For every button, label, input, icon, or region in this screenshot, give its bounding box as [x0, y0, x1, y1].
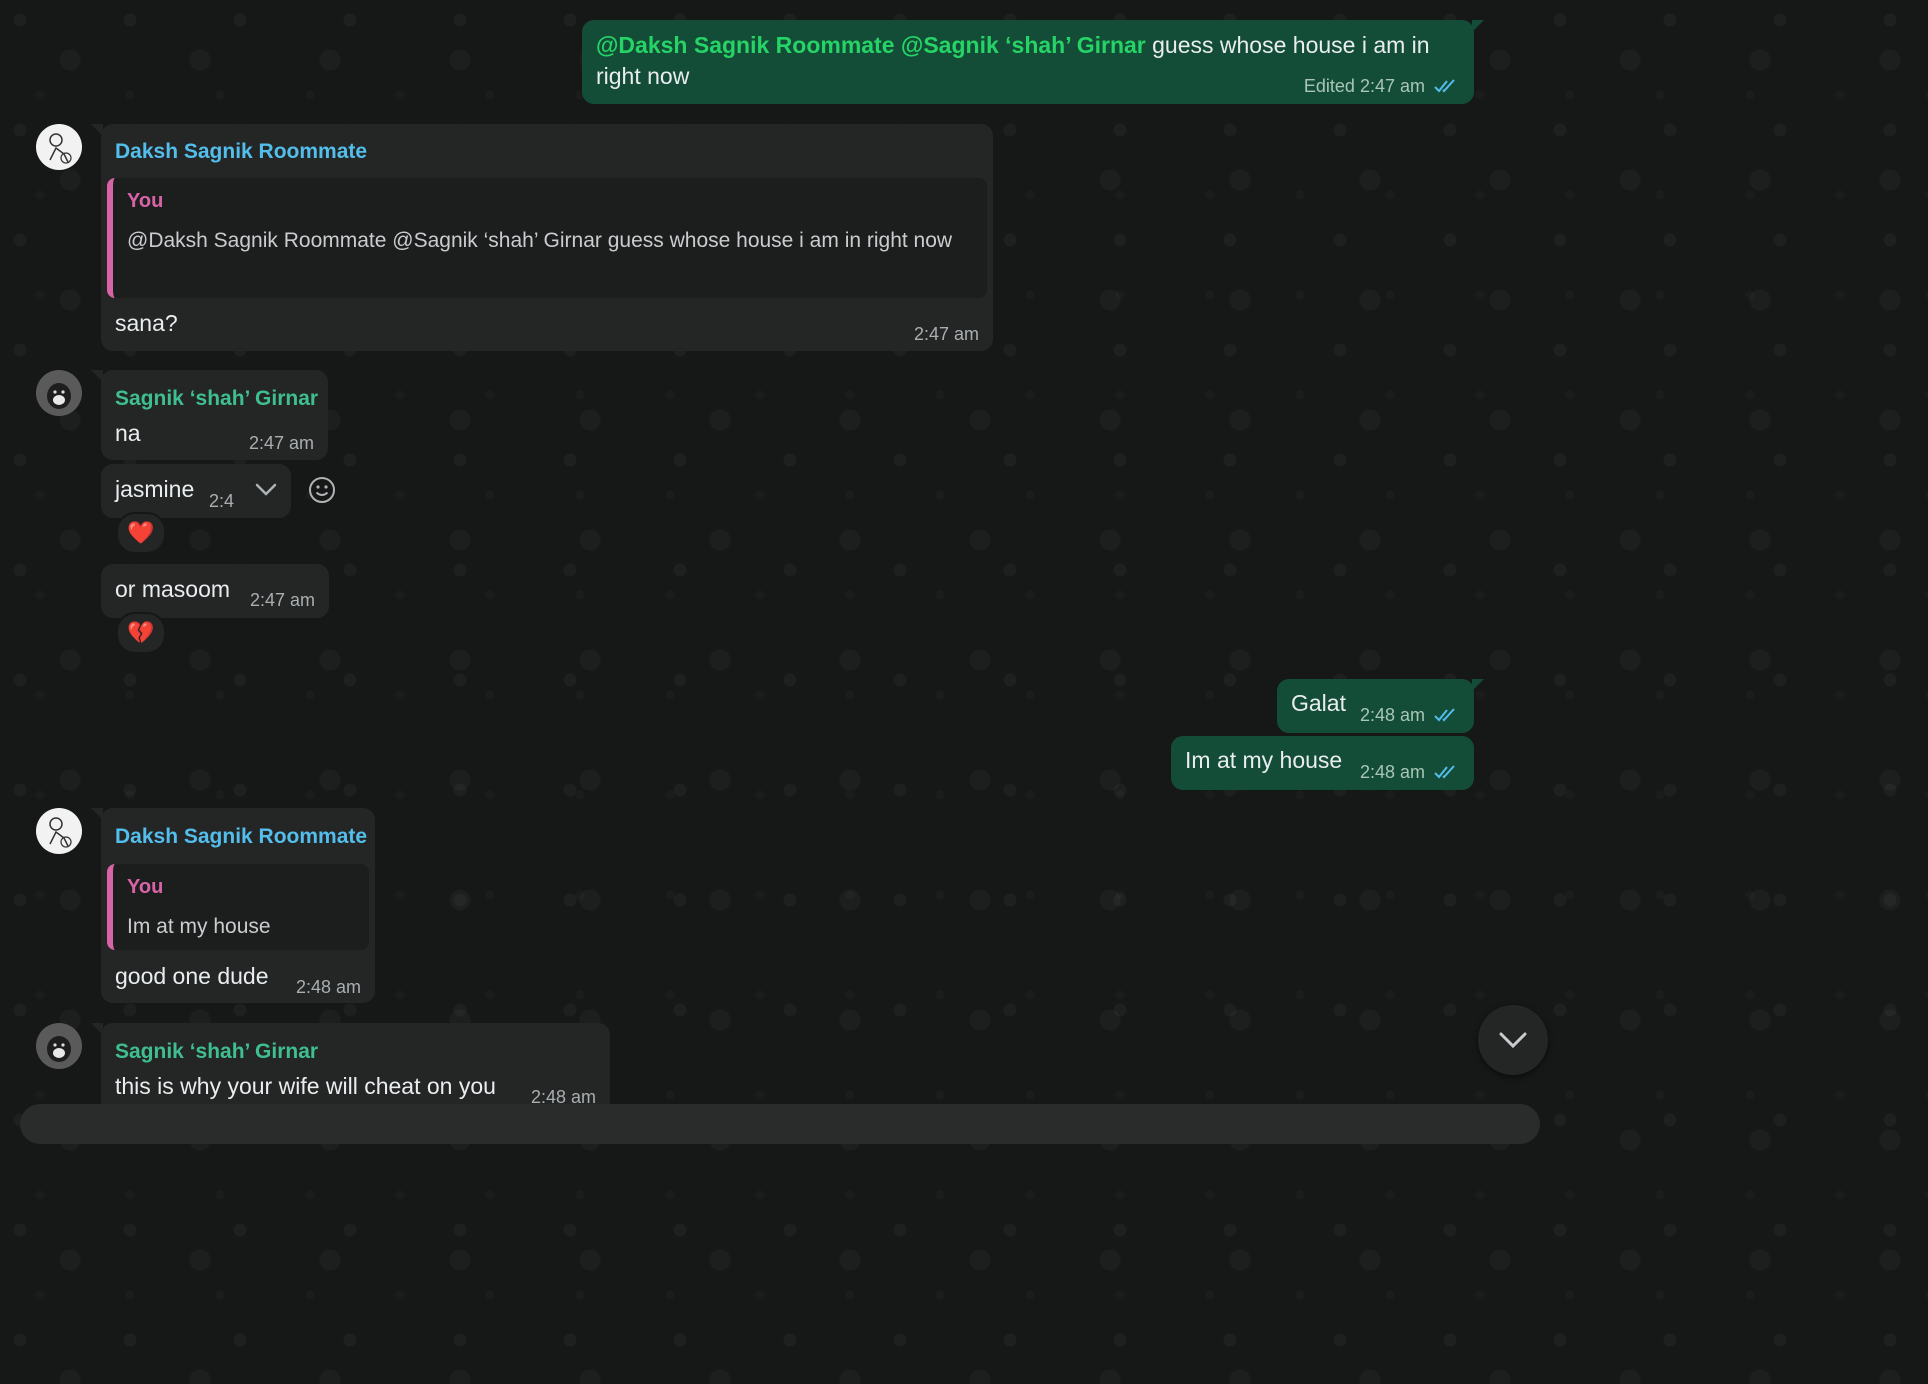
edited-label: Edited: [1303, 76, 1355, 96]
message-text: Im at my house: [1185, 747, 1343, 773]
message-text: this is why your wife will cheat on you: [115, 1073, 496, 1099]
incoming-message[interactable]: Daksh Sagnik Roommate You Im at my house…: [91, 808, 375, 1003]
message-time: 2:47 am: [1359, 76, 1425, 96]
dog-photo-icon: [36, 1023, 82, 1069]
incoming-message[interactable]: or masoom 2:47 am: [101, 564, 329, 618]
mention-link[interactable]: @Sagnik ‘shah’ Girnar: [901, 32, 1146, 58]
message-text-part: right now: [596, 63, 690, 89]
sender-name[interactable]: Daksh Sagnik Roommate: [115, 825, 367, 849]
chevron-down-icon: [1499, 1032, 1527, 1049]
chevron-down-icon[interactable]: [253, 479, 279, 499]
message-text: good one dude: [115, 963, 269, 989]
person-sketch-icon: [37, 809, 81, 853]
quoted-message[interactable]: You Im at my house: [107, 864, 369, 950]
reaction-emoji: 💔: [127, 620, 155, 645]
sender-name[interactable]: Daksh Sagnik Roommate: [115, 140, 367, 164]
quote-text: @Daksh Sagnik Roommate @Sagnik ‘shah’ Gi…: [127, 229, 953, 252]
double-check-icon: [1434, 765, 1455, 779]
avatar[interactable]: [36, 124, 82, 170]
outgoing-message[interactable]: @Daksh Sagnik Roommate @Sagnik ‘shah’ Gi…: [582, 20, 1484, 104]
quoted-message[interactable]: You @Daksh Sagnik Roommate @Sagnik ‘shah…: [107, 178, 987, 298]
sender-name[interactable]: Sagnik ‘shah’ Girnar: [115, 387, 318, 411]
reaction-badge[interactable]: 💔: [116, 612, 166, 654]
message-text-part: guess whose house i am in: [1152, 32, 1430, 58]
message-text: sana?: [115, 310, 178, 336]
smiley-icon[interactable]: [307, 475, 337, 505]
message-time: 2:48 am: [295, 977, 361, 997]
scroll-to-bottom-button[interactable]: [1478, 1005, 1548, 1075]
message-time: 2:4: [209, 491, 235, 511]
quote-text: Im at my house: [127, 915, 271, 938]
reaction-emoji: ❤️: [127, 520, 155, 545]
message-time: 2:47 am: [248, 433, 314, 453]
message-time: 2:47 am: [913, 324, 979, 344]
message-meta: 2:48 am: [1360, 762, 1460, 783]
sender-name[interactable]: Sagnik ‘shah’ Girnar: [115, 1040, 318, 1064]
avatar[interactable]: [36, 370, 82, 416]
message-text: or masoom: [115, 576, 231, 602]
message-time: 2:47 am: [249, 590, 315, 610]
incoming-message[interactable]: Sagnik ‘shah’ Girnar na 2:47 am: [91, 370, 328, 460]
message-meta: Edited 2:47 am: [1304, 76, 1460, 97]
quote-sender: You: [127, 876, 164, 898]
reaction-badge[interactable]: ❤️: [116, 512, 166, 554]
message-text: na: [115, 420, 141, 446]
message-time: 2:48 am: [1359, 762, 1425, 782]
incoming-message[interactable]: jasmine 2:4: [101, 464, 291, 518]
mention-link[interactable]: @Daksh Sagnik Roommate: [596, 32, 895, 58]
double-check-icon: [1434, 708, 1455, 722]
dog-photo-icon: [36, 370, 82, 416]
message-text: Galat: [1291, 690, 1346, 716]
avatar[interactable]: [36, 808, 82, 854]
double-check-icon: [1434, 79, 1455, 93]
quote-sender: You: [127, 190, 164, 212]
message-composer[interactable]: [20, 1104, 1540, 1144]
avatar[interactable]: [36, 1023, 82, 1069]
message-time: 2:48 am: [1359, 705, 1425, 725]
person-sketch-icon: [37, 125, 81, 169]
message-meta: 2:48 am: [1360, 705, 1460, 726]
outgoing-message[interactable]: Galat 2:48 am: [1277, 679, 1484, 733]
incoming-message[interactable]: Daksh Sagnik Roommate You @Daksh Sagnik …: [91, 124, 993, 351]
outgoing-message[interactable]: Im at my house 2:48 am: [1171, 736, 1474, 790]
message-text: jasmine: [115, 476, 195, 502]
